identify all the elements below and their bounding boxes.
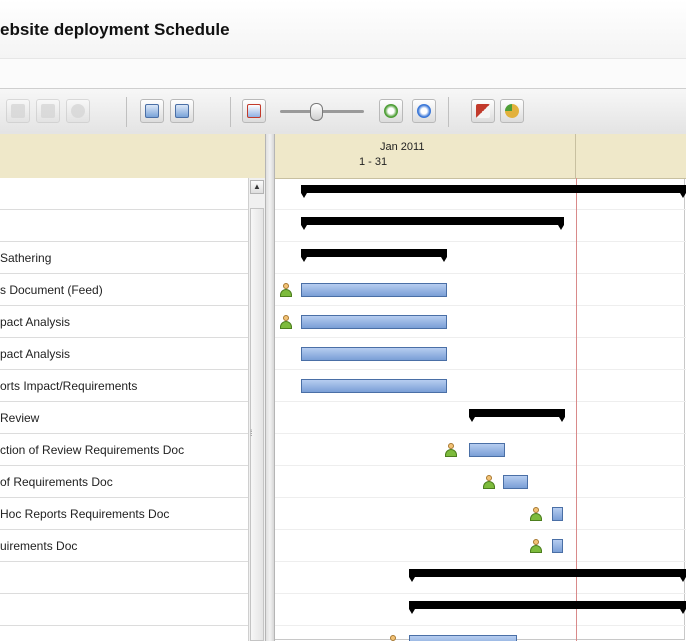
arrow-icon (11, 104, 25, 118)
summary-bar[interactable] (301, 185, 686, 198)
zoom-slider-thumb[interactable] (310, 103, 323, 121)
summary-bar[interactable] (301, 217, 564, 230)
task-name: uirements Doc (0, 539, 78, 553)
toolbar-button-pie[interactable] (500, 99, 524, 123)
timeline-month-label: Jan 2011 (380, 141, 425, 153)
gantt-row (275, 498, 686, 530)
toolbar-button-arrow[interactable] (6, 99, 30, 123)
task-name: of Requirements Doc (0, 475, 113, 489)
task-name: orts Impact/Requirements (0, 379, 138, 393)
title-bar: ebsite deployment Schedule (0, 0, 686, 58)
person-icon (280, 283, 292, 297)
task-row[interactable] (0, 178, 248, 210)
gantt-row (275, 594, 686, 626)
person-icon (280, 315, 292, 329)
task-bar[interactable] (409, 635, 517, 641)
task-bar[interactable] (469, 443, 505, 457)
task-bar[interactable] (503, 475, 528, 489)
toolbar-button-zoom-fit[interactable] (412, 99, 436, 123)
task-row[interactable]: pact Analysis (0, 338, 248, 370)
task-row[interactable] (0, 210, 248, 242)
pane-splitter[interactable] (265, 134, 275, 641)
task-row[interactable] (0, 594, 248, 626)
toolbar-button-indent[interactable] (471, 99, 495, 123)
gantt-row (275, 402, 686, 434)
task-row[interactable]: Hoc Reports Requirements Doc (0, 498, 248, 530)
toolbar-button-paste[interactable] (170, 99, 194, 123)
gantt-app-window: ebsite deployment Schedule Jan 2011 1 - … (0, 0, 686, 641)
toolbar-button-circle[interactable] (66, 99, 90, 123)
task-row[interactable]: of Requirements Doc (0, 466, 248, 498)
gantt-row (275, 562, 686, 594)
task-name: s Document (Feed) (0, 283, 103, 297)
toolbar-separator (126, 97, 127, 127)
person-icon (530, 539, 542, 553)
task-grid-scrollbar[interactable]: ▲ (248, 178, 265, 641)
toolbar-separator (448, 97, 449, 127)
window-title: ebsite deployment Schedule (0, 20, 230, 39)
person-icon (530, 507, 542, 521)
task-bar[interactable] (301, 315, 447, 329)
task-name: pact Analysis (0, 315, 71, 329)
gantt-row (275, 210, 686, 242)
timeline-header: Jan 2011 1 - 31 (275, 134, 686, 179)
task-name: pact Analysis (0, 347, 71, 361)
gantt-toolbar (0, 88, 686, 136)
menu-strip (0, 58, 686, 89)
task-bar[interactable] (552, 539, 563, 553)
task-bar[interactable] (301, 347, 447, 361)
task-row[interactable]: s Document (Feed) (0, 274, 248, 306)
task-bar[interactable] (301, 379, 447, 393)
pie-icon (505, 104, 519, 118)
timeline-day-range: 1 - 31 (359, 156, 388, 168)
task-name: Review (0, 411, 40, 425)
grid-icon (41, 104, 55, 118)
scrollbar-thumb[interactable] (250, 208, 264, 641)
paste-icon (175, 104, 189, 118)
task-row[interactable]: ction of Review Requirements Doc (0, 434, 248, 466)
task-row[interactable]: pact Analysis (0, 306, 248, 338)
task-row[interactable]: orts Impact/Requirements (0, 370, 248, 402)
summary-bar[interactable] (409, 601, 686, 614)
task-bar[interactable] (301, 283, 447, 297)
summary-bar[interactable] (301, 249, 447, 262)
zoom-out-icon (247, 104, 261, 118)
toolbar-button-copy[interactable] (140, 99, 164, 123)
task-grid: Sathering s Document (Feed) pact Analysi… (0, 178, 248, 641)
task-row[interactable]: uirements Doc (0, 530, 248, 562)
splitter-grip[interactable]: ⁞ (250, 428, 256, 438)
task-row[interactable]: Review (0, 402, 248, 434)
toolbar-separator (230, 97, 231, 127)
task-row[interactable]: Sathering (0, 242, 248, 274)
task-name: Hoc Reports Requirements Doc (0, 507, 170, 521)
arrow-up-icon[interactable]: ▲ (250, 180, 264, 194)
toolbar-button-zoom-in[interactable] (379, 99, 403, 123)
copy-icon (145, 104, 159, 118)
gantt-row (275, 466, 686, 498)
task-name: Sathering (0, 251, 52, 265)
task-grid-header (0, 134, 265, 179)
person-icon (387, 635, 399, 641)
gantt-row (275, 178, 686, 210)
zoom-fit-icon (417, 104, 431, 118)
gantt-row (275, 530, 686, 562)
task-row[interactable] (0, 626, 248, 641)
task-bar[interactable] (552, 507, 563, 521)
zoom-in-icon (384, 104, 398, 118)
summary-bar[interactable] (409, 569, 686, 582)
person-icon (445, 443, 457, 457)
task-name: ction of Review Requirements Doc (0, 443, 185, 457)
person-icon (483, 475, 495, 489)
summary-bar[interactable] (469, 409, 565, 422)
gantt-row (275, 242, 686, 274)
toolbar-button-grid[interactable] (36, 99, 60, 123)
circle-icon (71, 104, 85, 118)
task-row[interactable] (0, 562, 248, 594)
timeline-header-divider (575, 134, 576, 178)
indent-icon (476, 104, 490, 118)
gantt-chart (275, 178, 686, 641)
toolbar-button-zoom-out[interactable] (242, 99, 266, 123)
